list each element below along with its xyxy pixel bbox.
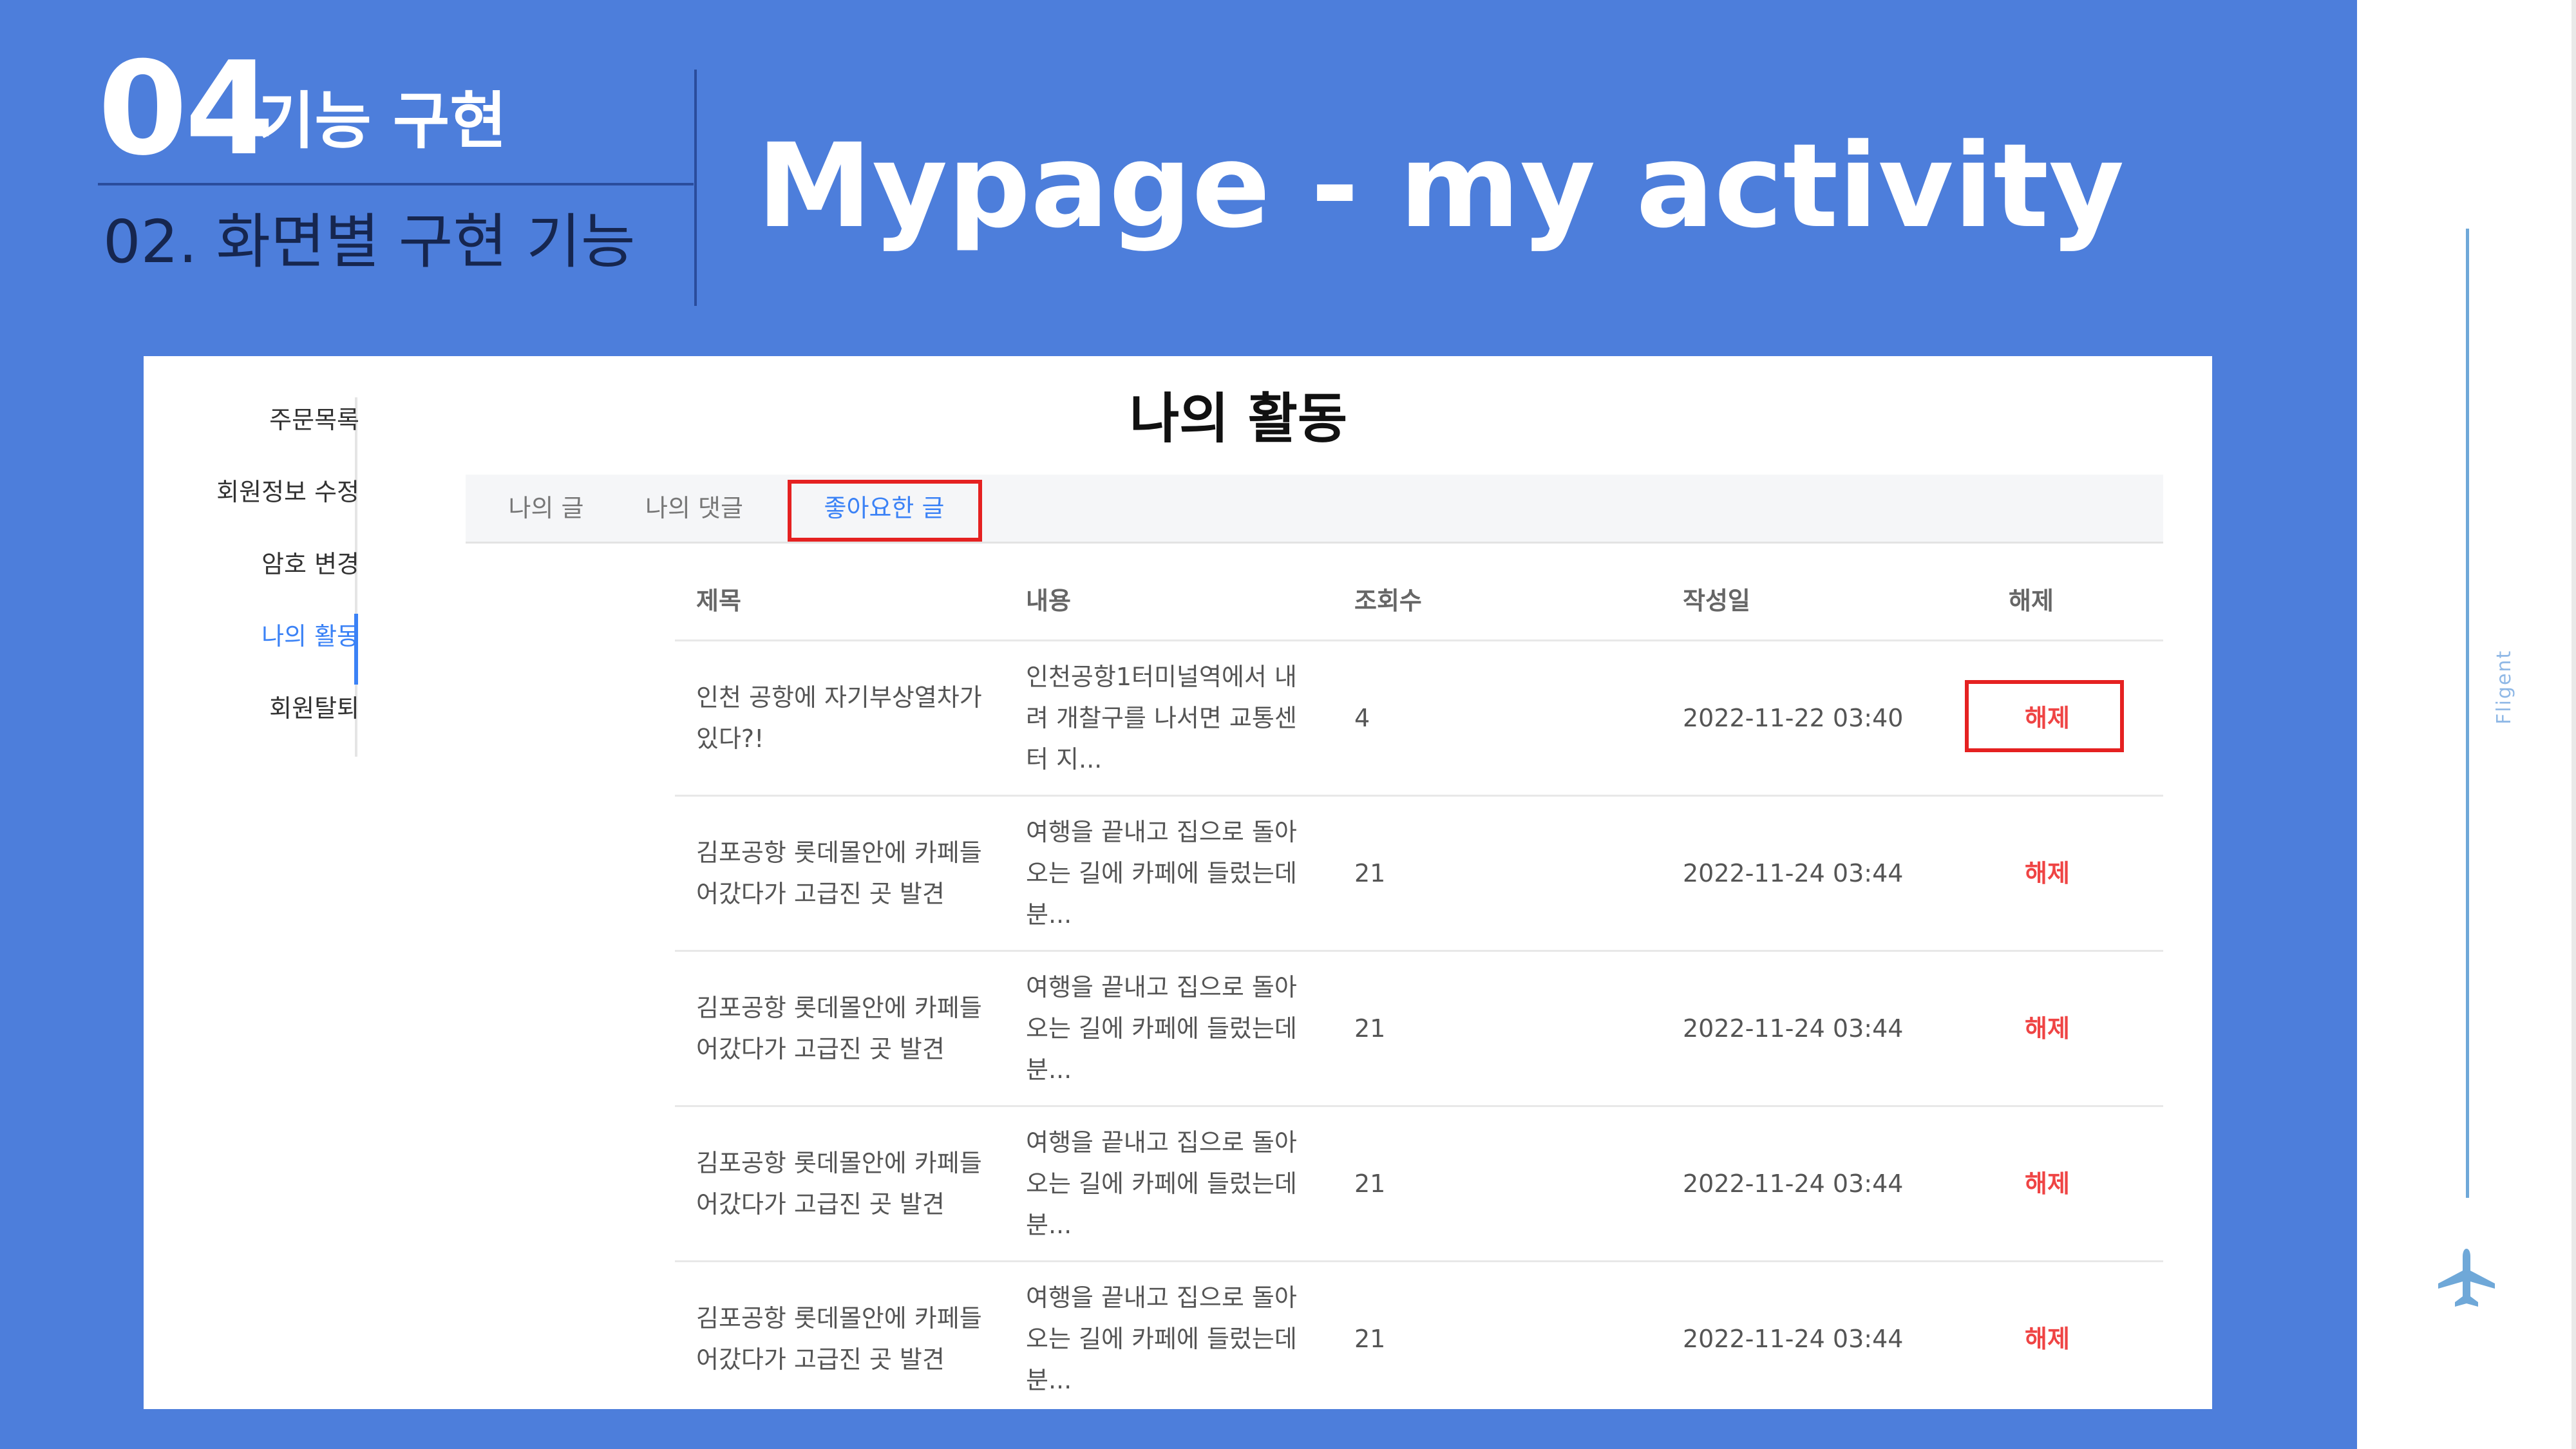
column-header-date: 작성일	[1683, 587, 1750, 615]
post-date: 2022-11-24 03:44	[1683, 1325, 1904, 1353]
page-title: 나의 활동	[1129, 387, 1348, 450]
column-header-content: 내용	[1026, 587, 1071, 615]
post-content: 여행을 끝내고 집으로 돌아오는 길에 카페에 들렀는데 분...	[1026, 973, 1297, 1084]
post-views: 21	[1354, 1170, 1386, 1198]
post-title[interactable]: 김포공항 롯데몰안에 카페들어갔다가 고급진 곳 발견	[696, 832, 999, 914]
table-row[interactable]: 김포공항 롯데몰안에 카페들어갔다가 고급진 곳 발견 여행을 끝내고 집으로 …	[675, 1260, 2163, 1409]
post-views: 4	[1354, 704, 1370, 732]
column-header-unlike: 해제	[2009, 587, 2054, 615]
right-edge-strip	[2571, 0, 2576, 1449]
decor-vertical-line	[2466, 229, 2469, 1198]
table-row[interactable]: 김포공항 롯데몰안에 카페들어갔다가 고급진 곳 발견 여행을 끝내고 집으로 …	[675, 950, 2163, 1105]
post-title[interactable]: 인천 공항에 자기부상열차가 있다?!	[696, 677, 999, 759]
post-views: 21	[1354, 1325, 1386, 1353]
side-nav-item-change-password[interactable]: 암호 변경	[144, 552, 359, 576]
post-title[interactable]: 김포공항 롯데몰안에 카페들어갔다가 고급진 곳 발견	[696, 987, 999, 1070]
section-number: 04	[98, 34, 274, 184]
post-views: 21	[1354, 859, 1386, 887]
post-views: 21	[1354, 1014, 1386, 1043]
airplane-icon	[2438, 1249, 2495, 1307]
page-heading: Mypage - my activity	[757, 119, 2125, 254]
tab-highlight-box	[788, 480, 982, 542]
table-row[interactable]: 김포공항 롯데몰안에 카페들어갔다가 고급진 곳 발견 여행을 끝내고 집으로 …	[675, 1105, 2163, 1260]
unlike-button[interactable]: 해제	[2009, 1008, 2086, 1049]
side-nav-item-edit-profile[interactable]: 회원정보 수정	[144, 480, 359, 504]
section-title: 기능 구현	[258, 85, 507, 157]
header-vertical-divider	[694, 70, 697, 306]
post-date: 2022-11-24 03:44	[1683, 859, 1904, 887]
post-date: 2022-11-24 03:44	[1683, 1014, 1904, 1043]
post-date: 2022-11-22 03:40	[1683, 704, 1904, 732]
post-content: 인천공항1터미널역에서 내려 개찰구를 나서면 교통센터 지...	[1026, 663, 1297, 773]
tab-bar: 나의 글 나의 댓글 좋아요한 글	[466, 475, 2163, 544]
tab-my-posts[interactable]: 나의 글	[488, 475, 604, 542]
side-nav-item-orders[interactable]: 주문목록	[144, 408, 359, 432]
post-title[interactable]: 김포공항 롯데몰안에 카페들어갔다가 고급진 곳 발견	[696, 1298, 999, 1380]
side-nav-item-my-activity[interactable]: 나의 활동	[144, 624, 359, 649]
unlike-button[interactable]: 해제	[2009, 1163, 2086, 1204]
unlike-button[interactable]: 해제	[2009, 1318, 2086, 1359]
post-content: 여행을 끝내고 집으로 돌아오는 길에 카페에 들렀는데 분...	[1026, 1283, 1297, 1394]
brand-label: Fligent	[2493, 649, 2515, 724]
mypage-screenshot: 주문목록 회원정보 수정 암호 변경 나의 활동 회원탈퇴 나의 활동 나의 글…	[144, 356, 2212, 1409]
column-header-views: 조회수	[1354, 587, 1422, 615]
side-nav-item-withdraw[interactable]: 회원탈퇴	[144, 696, 359, 721]
post-date: 2022-11-24 03:44	[1683, 1170, 1904, 1198]
post-title[interactable]: 김포공항 롯데몰안에 카페들어갔다가 고급진 곳 발견	[696, 1142, 999, 1225]
header-divider	[98, 183, 694, 185]
unlike-button[interactable]: 해제	[2009, 853, 2086, 894]
column-header-title: 제목	[696, 587, 741, 615]
table-row[interactable]: 인천 공항에 자기부상열차가 있다?! 인천공항1터미널역에서 내려 개찰구를 …	[675, 639, 2163, 795]
unlike-highlight-box	[1965, 680, 2124, 752]
table-row[interactable]: 김포공항 롯데몰안에 카페들어갔다가 고급진 곳 발견 여행을 끝내고 집으로 …	[675, 795, 2163, 950]
tab-my-comments[interactable]: 나의 댓글	[627, 475, 762, 542]
sub-title: 02. 화면별 구현 기능	[103, 207, 636, 276]
post-content: 여행을 끝내고 집으로 돌아오는 길에 카페에 들렀는데 분...	[1026, 818, 1297, 929]
post-content: 여행을 끝내고 집으로 돌아오는 길에 카페에 들렀는데 분...	[1026, 1128, 1297, 1239]
